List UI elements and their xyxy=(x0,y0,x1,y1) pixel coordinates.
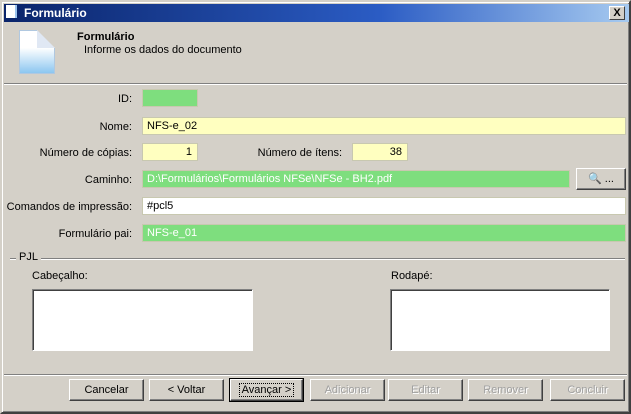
title-bar[interactable]: Formulário xyxy=(4,4,629,22)
document-large-icon xyxy=(19,30,55,74)
next-label: Avançar > xyxy=(238,383,295,397)
nome-field[interactable]: NFS-e_02 xyxy=(142,117,626,135)
copias-label: Número de cópias: xyxy=(39,147,132,159)
comandos-field[interactable]: #pcl5 xyxy=(142,197,626,215)
magnifier-icon: 🔍 xyxy=(588,173,602,185)
footer-divider xyxy=(4,374,627,376)
browse-button[interactable]: 🔍 ... xyxy=(576,168,626,190)
document-icon xyxy=(6,5,17,18)
finish-button[interactable]: Concluir xyxy=(550,379,625,401)
cabecalho-textarea[interactable] xyxy=(32,289,253,351)
window-title: Formulário xyxy=(24,6,87,20)
caminho-label: Caminho: xyxy=(84,174,132,186)
header-divider xyxy=(4,83,627,85)
pai-field[interactable]: NFS-e_01 xyxy=(142,224,626,242)
pjl-legend: PJL xyxy=(16,251,41,263)
comandos-label: Comandos de impressão: xyxy=(6,201,132,213)
remove-button[interactable]: Remover xyxy=(468,379,543,401)
rodape-label: Rodapé: xyxy=(391,270,433,282)
browse-label: ... xyxy=(604,173,614,185)
rodape-textarea[interactable] xyxy=(390,289,610,351)
form-dialog: Formulário X Formulário Informe os dados… xyxy=(0,0,631,414)
caminho-field[interactable]: D:\Formulários\Formulários NFSe\NFSe - B… xyxy=(142,170,570,188)
pjl-group-line xyxy=(10,258,625,260)
nome-label: Nome: xyxy=(99,121,132,133)
edit-button[interactable]: Editar xyxy=(388,379,463,401)
itens-label: Número de ítens: xyxy=(257,147,342,159)
pai-label: Formulário pai: xyxy=(58,228,132,240)
cancel-button[interactable]: Cancelar xyxy=(69,379,144,401)
copias-field[interactable]: 1 xyxy=(142,143,198,161)
itens-field[interactable]: 38 xyxy=(352,143,408,161)
next-button[interactable]: Avançar > xyxy=(229,378,304,402)
header-title: Formulário xyxy=(77,31,135,43)
id-label: ID: xyxy=(117,93,132,105)
header-subtitle: Informe os dados do documento xyxy=(84,44,242,56)
add-button[interactable]: Adicionar xyxy=(310,379,385,401)
close-button[interactable]: X xyxy=(609,6,625,20)
back-button[interactable]: < Voltar xyxy=(149,379,224,401)
cabecalho-label: Cabeçalho: xyxy=(32,270,88,282)
id-field[interactable] xyxy=(142,89,198,107)
